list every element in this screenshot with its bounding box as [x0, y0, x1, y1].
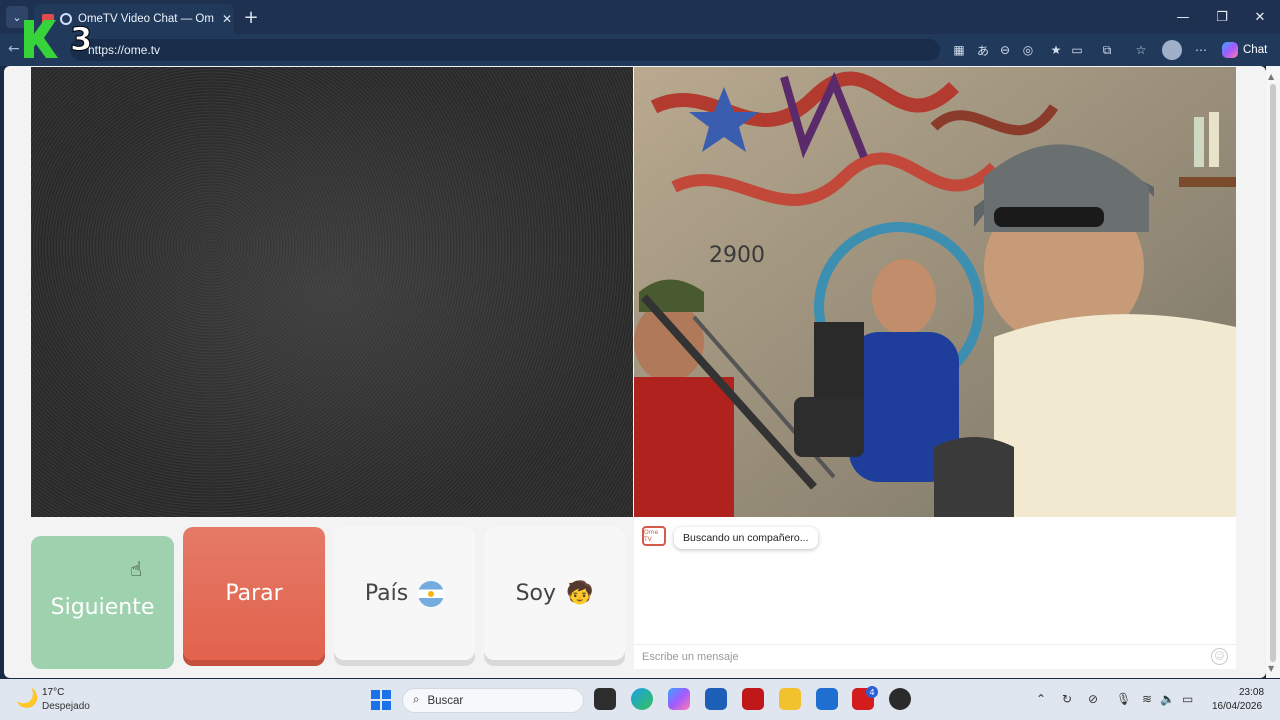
- k3-logo-icon: 3: [24, 20, 93, 59]
- task-view-icon[interactable]: [594, 688, 616, 710]
- taskbar-search[interactable]: ⌕ Buscar: [402, 688, 584, 713]
- scroll-down-icon[interactable]: ▼: [1268, 664, 1274, 673]
- close-window-button[interactable]: ✕: [1247, 6, 1273, 28]
- weather-description[interactable]: Despejado: [42, 701, 90, 712]
- favorite-star-icon[interactable]: ★: [1047, 41, 1065, 59]
- outlook-icon[interactable]: [816, 688, 838, 710]
- argentina-flag-icon: [418, 580, 445, 607]
- show-hidden-icons-chevron-icon[interactable]: ⌃: [1036, 692, 1046, 706]
- search-icon: ⌕: [413, 694, 420, 706]
- profile-avatar[interactable]: [1162, 40, 1182, 60]
- zoom-out-icon[interactable]: ⊖: [996, 41, 1014, 59]
- copilot-icon: [1222, 42, 1238, 58]
- ometv-tv-icon: Ome TV: [642, 526, 666, 546]
- favorites-list-icon[interactable]: ☆: [1132, 41, 1150, 59]
- next-button[interactable]: Siguiente: [31, 536, 174, 669]
- obs-icon[interactable]: [889, 688, 911, 710]
- copilot-chat-label: Chat: [1243, 44, 1268, 56]
- partner-video: 2900: [634, 67, 1236, 517]
- tab-bar: ⌄ OmeTV Video Chat — Omegle ✕ + — ❐ ✕: [0, 0, 1280, 34]
- country-button[interactable]: País: [334, 527, 475, 660]
- copilot-app-icon[interactable]: [668, 688, 690, 710]
- copilot-chat-button[interactable]: Chat: [1222, 40, 1272, 60]
- own-video-static: [31, 67, 633, 517]
- camera-icon[interactable]: ▭: [1068, 41, 1086, 59]
- network-off-icon[interactable]: ⊘: [1088, 692, 1098, 706]
- moon-weather-icon[interactable]: 🌙: [16, 688, 38, 709]
- new-tab-button[interactable]: +: [240, 6, 262, 28]
- extensions-icon[interactable]: ⧉: [1098, 41, 1116, 59]
- more-options-icon[interactable]: ⋯: [1192, 41, 1210, 59]
- start-menu-icon[interactable]: [371, 690, 391, 710]
- k3-logo-number: 3: [70, 20, 92, 58]
- notification-badge: 4: [866, 686, 878, 698]
- taskbar-search-label: Buscar: [427, 694, 464, 707]
- partner-video-scene: 2900: [634, 67, 1236, 517]
- clock-time[interactable]: 23:08: [1239, 687, 1264, 698]
- message-input[interactable]: Escribe un mensaje: [634, 644, 1236, 669]
- svg-text:2900: 2900: [709, 243, 765, 268]
- refresh-status-icon[interactable]: ↻: [1062, 692, 1072, 706]
- volume-icon[interactable]: 🔈: [1160, 692, 1175, 706]
- microphone-icon[interactable]: 🎙: [1116, 692, 1131, 706]
- scroll-up-icon[interactable]: ▲: [1268, 72, 1274, 81]
- mcafee-icon[interactable]: [742, 688, 764, 710]
- scrollbar-thumb[interactable]: [1270, 84, 1276, 662]
- face-icon: 🧒: [566, 581, 594, 606]
- url-input[interactable]: https://ome.tv: [70, 39, 940, 61]
- file-explorer-icon[interactable]: [779, 688, 801, 710]
- battery-icon[interactable]: ▭: [1182, 692, 1193, 706]
- tracking-icon[interactable]: ◎: [1019, 41, 1037, 59]
- weather-temperature[interactable]: 17°C: [42, 687, 64, 698]
- address-bar-row: ← https://ome.tv: [0, 34, 1280, 66]
- country-button-label: País: [364, 581, 409, 606]
- emoji-icon[interactable]: ☺: [1211, 648, 1228, 665]
- next-button-label: Siguiente: [50, 595, 155, 620]
- gender-button-label: Soy: [515, 581, 557, 606]
- edge-browser-icon[interactable]: [631, 688, 653, 710]
- clock-date[interactable]: 16/04/2026: [1212, 701, 1262, 712]
- close-tab-icon[interactable]: ✕: [222, 12, 232, 26]
- gender-button[interactable]: Soy 🧒: [484, 527, 625, 660]
- translate-icon[interactable]: あ: [974, 41, 992, 59]
- tab-title: OmeTV Video Chat — Omegle: [78, 13, 214, 25]
- wifi-icon[interactable]: ≋: [1142, 692, 1152, 706]
- stop-button-label: Parar: [225, 581, 283, 606]
- minimize-button[interactable]: —: [1170, 6, 1196, 28]
- stop-button[interactable]: Parar: [183, 527, 325, 660]
- chat-status-message: Buscando un compañero...: [674, 527, 818, 549]
- hand-cursor-icon: ☝: [130, 557, 143, 581]
- app-grid-icon[interactable]: ▦: [950, 41, 968, 59]
- microsoft-store-icon[interactable]: [705, 688, 727, 710]
- maximize-button[interactable]: ❐: [1209, 6, 1235, 28]
